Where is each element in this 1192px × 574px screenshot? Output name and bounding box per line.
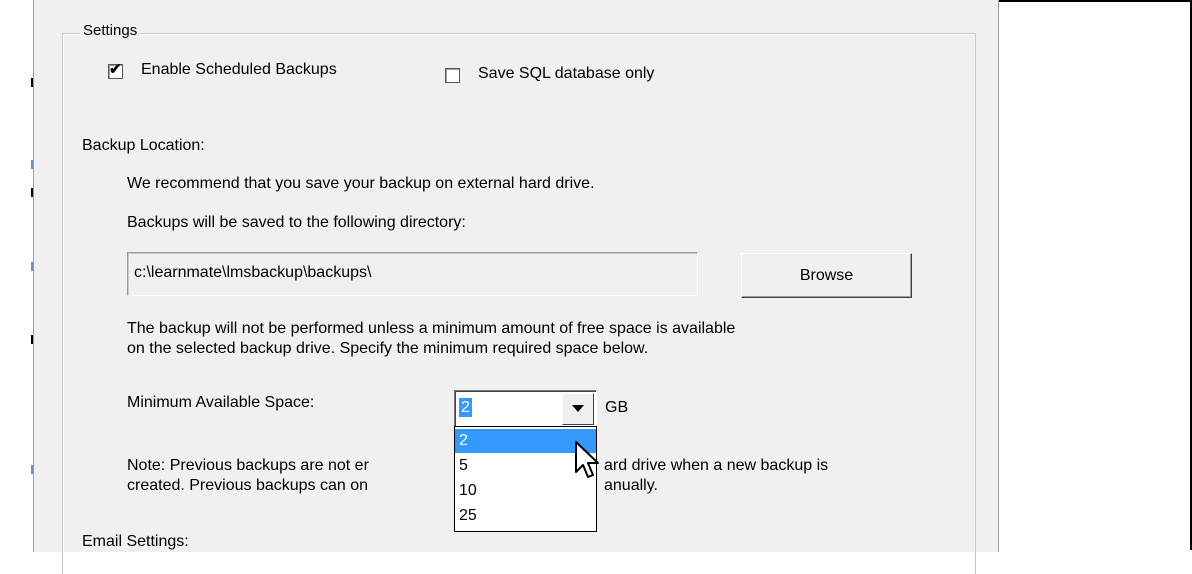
backup-directory-field[interactable]: c:\learnmate\lmsbackup\backups\ [127,252,698,296]
browse-button[interactable]: Browse [741,253,912,298]
save-sql-only-label[interactable]: Save SQL database only [478,65,654,83]
note-line2-end: anually. [604,477,658,494]
free-space-text-line1: The backup will not be performed unless … [127,320,736,337]
enable-scheduled-backups-label[interactable]: Enable Scheduled Backups [141,61,337,79]
mouse-cursor-icon [575,441,599,478]
min-space-label: Minimum Available Space: [127,394,315,411]
background-window-edge [0,0,33,552]
chevron-down-icon [572,405,584,412]
backup-directory-value: c:\learnmate\lmsbackup\backups\ [134,264,372,281]
recommend-text: We recommend that you save your backup o… [127,175,595,192]
free-space-text-line2: on the selected backup drive. Specify th… [127,340,649,357]
unit-gb-label: GB [605,399,629,416]
directory-caption: Backups will be saved to the following d… [127,214,466,231]
checkmark-icon: ✔ [109,61,122,78]
note-line2-start: created. Previous backups can on [127,477,369,494]
email-settings-heading: Email Settings: [82,533,189,550]
dropdown-option[interactable]: 25 [455,504,596,528]
note-line1-end: ard drive when a new backup is [604,457,829,474]
enable-scheduled-backups-checkbox[interactable]: ✔ [108,61,123,79]
backup-location-heading: Backup Location: [82,137,205,154]
min-space-selected-value: 2 [459,398,472,417]
min-space-combobox[interactable]: 2 [454,390,597,427]
save-sql-only-checkbox[interactable] [445,68,460,83]
dropdown-toggle-button[interactable] [562,393,594,425]
settings-legend: Settings [80,22,141,39]
note-line1-start: Note: Previous backups are not er [127,457,369,474]
